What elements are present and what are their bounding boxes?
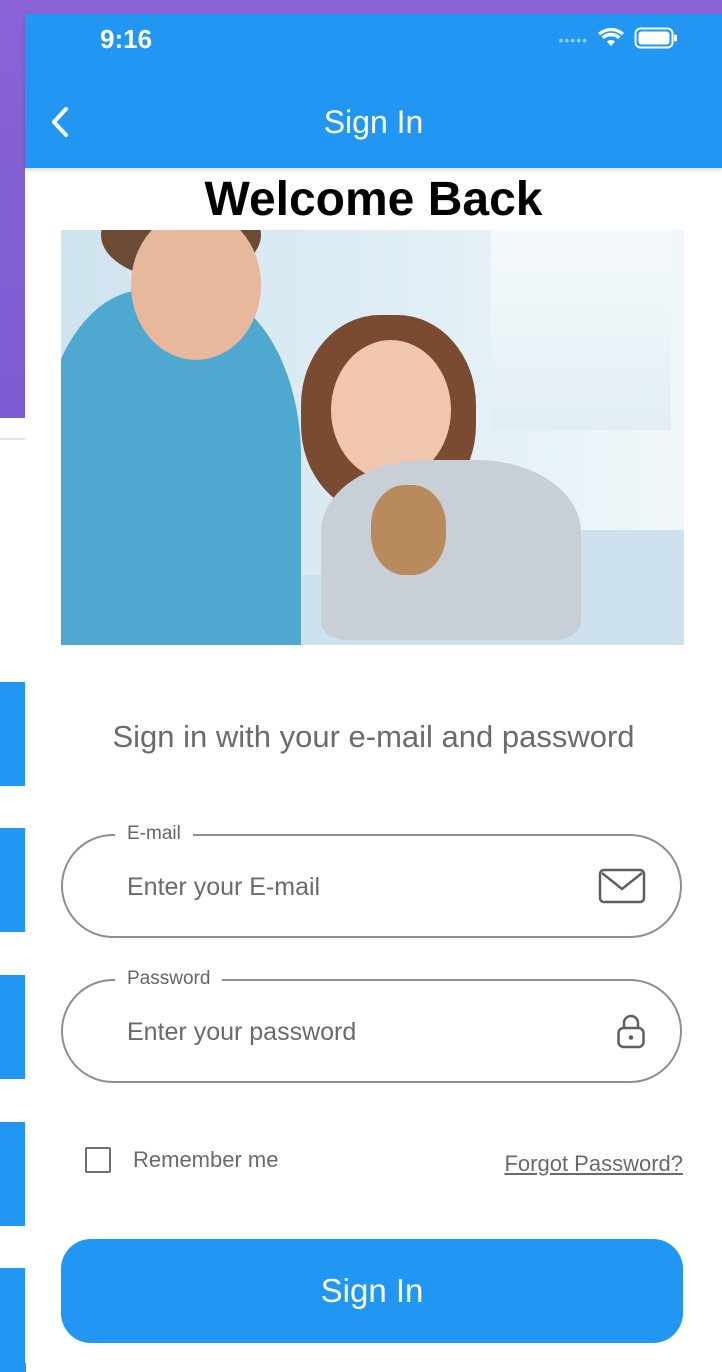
- app-bar-title: Sign In: [323, 104, 424, 140]
- password-field[interactable]: Password: [61, 968, 682, 1083]
- lock-icon: [616, 1013, 646, 1049]
- background-list-item: [0, 828, 26, 932]
- signal-dots-icon: •••••: [558, 32, 588, 48]
- password-input[interactable]: [125, 981, 569, 1083]
- photo-girl-body: [321, 460, 581, 640]
- battery-icon: [634, 27, 678, 54]
- sign-in-screen: 9:16 ••••• Sign In Welcome Back Sign in …: [25, 14, 722, 1363]
- remember-me-checkbox[interactable]: Remember me: [85, 1147, 278, 1173]
- app-bar: 9:16 ••••• Sign In: [25, 14, 722, 168]
- photo-girl-face: [331, 340, 451, 480]
- photo-teddy-bear: [371, 485, 446, 575]
- wifi-icon: [598, 27, 624, 53]
- sign-in-subtitle: Sign in with your e-mail and password: [112, 719, 635, 754]
- page-title: Welcome Back: [204, 173, 543, 226]
- email-input[interactable]: [125, 836, 569, 938]
- sign-in-button[interactable]: Sign In: [61, 1239, 683, 1343]
- email-field[interactable]: E-mail: [61, 823, 682, 938]
- hero-image: [61, 230, 684, 645]
- background-list-item: [0, 1268, 26, 1372]
- mail-icon: [598, 868, 646, 904]
- background-list-item: [0, 682, 26, 786]
- background-list-item: [0, 975, 26, 1079]
- photo-window: [491, 230, 671, 430]
- checkbox-box[interactable]: [85, 1147, 111, 1173]
- background-list-item: [0, 1122, 26, 1226]
- forgot-password-link[interactable]: Forgot Password?: [504, 1151, 683, 1177]
- status-icons: •••••: [558, 27, 678, 54]
- status-time: 9:16: [100, 24, 153, 54]
- remember-me-label: Remember me: [133, 1147, 279, 1172]
